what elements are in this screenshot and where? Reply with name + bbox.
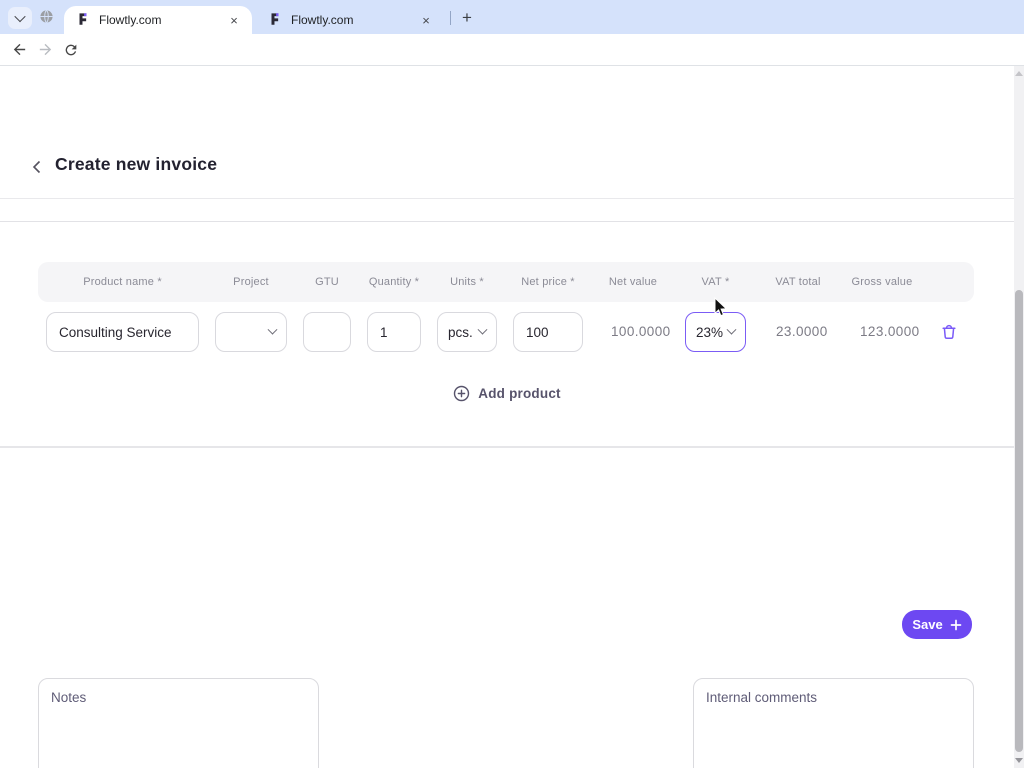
- column-product-name: Product name *: [38, 276, 207, 288]
- chevron-down-icon: [478, 324, 488, 334]
- vat-total-text: 23.0000: [776, 322, 838, 342]
- divider: [0, 198, 1024, 199]
- close-icon[interactable]: ×: [418, 12, 434, 28]
- products-table-header: Product name * Project GTU Quantity * Un…: [38, 262, 974, 302]
- units-select[interactable]: pcs.: [437, 312, 497, 352]
- reload-icon[interactable]: [58, 37, 84, 63]
- close-icon[interactable]: ×: [226, 12, 242, 28]
- divider: [0, 221, 1024, 222]
- back-chevron-icon[interactable]: [26, 156, 46, 178]
- chevron-down-icon: [14, 11, 25, 22]
- delete-row-button[interactable]: [936, 319, 962, 345]
- product-name-input[interactable]: [46, 312, 199, 352]
- save-button-label: Save: [912, 617, 942, 632]
- column-net-value: Net value: [591, 276, 675, 288]
- add-product-button[interactable]: Add product: [0, 380, 1014, 406]
- forward-icon[interactable]: [32, 37, 58, 63]
- column-net-price: Net price *: [505, 276, 591, 288]
- internal-comments-textarea[interactable]: [693, 678, 974, 768]
- chevron-down-icon: [727, 324, 737, 334]
- page-title: Create new invoice: [55, 154, 217, 175]
- browser-window: Flowtly.com × Flowtly.com × + app.flow: [0, 0, 1024, 768]
- vat-select[interactable]: 23%: [685, 312, 746, 352]
- tab-title: Flowtly.com: [99, 13, 226, 27]
- save-button[interactable]: Save: [902, 610, 972, 639]
- page-content: Create new invoice Product name * Projec…: [0, 66, 1024, 768]
- gtu-input[interactable]: [303, 312, 351, 352]
- net-value-text: 100.0000: [611, 322, 673, 342]
- column-gtu: GTU: [295, 276, 359, 288]
- tab-separator: [450, 11, 451, 25]
- back-icon[interactable]: [6, 37, 32, 63]
- scrollbar-track[interactable]: [1014, 66, 1024, 768]
- browser-toolbar: app.flowtly.com/invoices/add: [0, 34, 1024, 66]
- plus-icon: [950, 619, 962, 631]
- vat-select-value: 23%: [696, 325, 723, 340]
- project-select[interactable]: [215, 312, 287, 352]
- product-row: pcs. 100.0000 23% 23.0000 123.0000: [38, 312, 974, 352]
- column-vat: VAT *: [675, 276, 756, 288]
- net-price-input[interactable]: [513, 312, 583, 352]
- flowtly-favicon: [76, 12, 90, 29]
- scrollbar-up-arrow-icon[interactable]: [1015, 71, 1023, 76]
- new-tab-button[interactable]: +: [456, 7, 478, 29]
- browser-tab-active[interactable]: Flowtly.com ×: [64, 6, 252, 34]
- tab-title: Flowtly.com: [291, 13, 418, 27]
- column-project: Project: [207, 276, 295, 288]
- scrollbar-down-arrow-icon[interactable]: [1015, 758, 1023, 763]
- trash-icon: [940, 323, 958, 341]
- tab-strip: Flowtly.com × Flowtly.com × +: [0, 0, 1024, 34]
- notes-textarea[interactable]: [38, 678, 319, 768]
- tab-search-button[interactable]: [8, 7, 32, 29]
- gross-value-text: 123.0000: [860, 322, 922, 342]
- page-header: Create new invoice: [0, 152, 1024, 182]
- column-gross-value: Gross value: [840, 276, 924, 288]
- column-quantity: Quantity *: [359, 276, 429, 288]
- column-vat-total: VAT total: [756, 276, 840, 288]
- browser-tab-inactive[interactable]: Flowtly.com ×: [256, 6, 444, 34]
- flowtly-favicon: [268, 12, 282, 29]
- add-product-label: Add product: [478, 386, 560, 401]
- quantity-input[interactable]: [367, 312, 421, 352]
- plus-circle-icon: [453, 385, 470, 402]
- scrollbar-thumb[interactable]: [1015, 290, 1023, 752]
- column-units: Units *: [429, 276, 505, 288]
- section-divider: [0, 446, 1024, 448]
- chevron-down-icon: [268, 324, 278, 334]
- globe-icon: [39, 9, 54, 29]
- units-select-value: pcs.: [448, 325, 473, 340]
